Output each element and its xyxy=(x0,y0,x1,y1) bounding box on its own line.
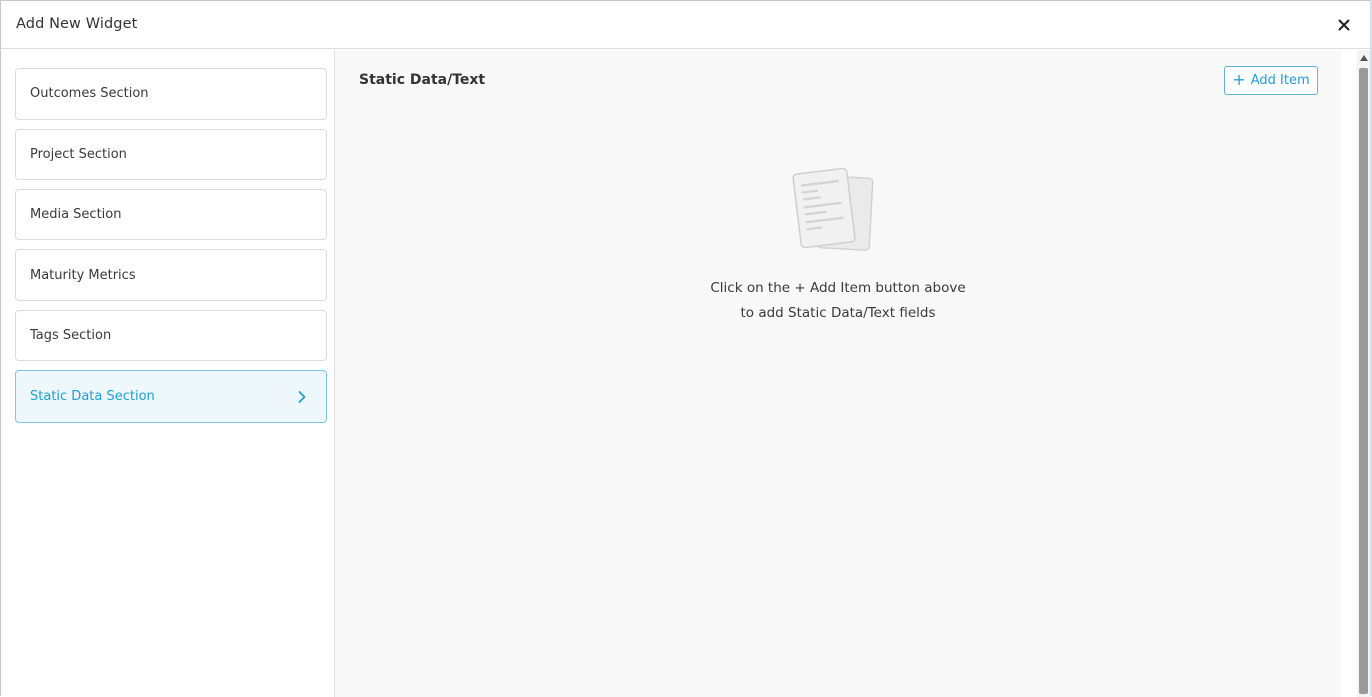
modal-title: Add New Widget xyxy=(16,16,138,32)
scroll-up-arrow-icon[interactable] xyxy=(1359,54,1369,62)
sidebar-item-static-data-section[interactable]: Static Data Section xyxy=(15,370,327,423)
document-icon xyxy=(792,167,874,251)
panel-title: Static Data/Text xyxy=(359,72,486,88)
vertical-scrollbar[interactable] xyxy=(1357,50,1371,697)
empty-state-line-2: to add Static Data/Text fields xyxy=(740,305,936,321)
sidebar-item-maturity-metrics[interactable]: Maturity Metrics xyxy=(15,249,327,301)
sidebar-item-media-section[interactable]: Media Section xyxy=(15,189,327,240)
sidebar-item-label: Project Section xyxy=(30,147,127,162)
content-right-gutter xyxy=(1341,50,1357,697)
close-button[interactable] xyxy=(1331,13,1357,37)
sidebar-item-tags-section[interactable]: Tags Section xyxy=(15,310,327,361)
plus-icon: + xyxy=(1232,69,1246,89)
sidebar-item-label: Media Section xyxy=(30,207,122,222)
sidebar-item-label: Outcomes Section xyxy=(30,86,149,101)
sidebar-item-label: Tags Section xyxy=(30,328,112,343)
static-data-panel: Static Data/Text + Add Item Click on the… xyxy=(335,50,1341,697)
add-item-button[interactable]: + Add Item xyxy=(1224,66,1318,95)
widget-type-sidebar: Outcomes Section Project Section Media S… xyxy=(1,50,335,697)
empty-state-message: Click on the + Add Item button above to … xyxy=(635,276,1041,326)
add-item-label: Add Item xyxy=(1250,73,1310,88)
close-icon xyxy=(1338,19,1350,31)
sidebar-item-label: Static Data Section xyxy=(30,389,155,404)
chevron-right-icon xyxy=(298,391,306,403)
empty-state-line-1: Click on the + Add Item button above xyxy=(710,280,966,296)
modal-header: Add New Widget xyxy=(1,1,1371,49)
add-widget-modal: Add New Widget Outcomes Section Project … xyxy=(0,0,1372,697)
sidebar-item-project-section[interactable]: Project Section xyxy=(15,129,327,180)
scrollbar-thumb[interactable] xyxy=(1359,68,1368,694)
sidebar-item-outcomes-section[interactable]: Outcomes Section xyxy=(15,68,327,120)
sidebar-item-label: Maturity Metrics xyxy=(30,268,136,283)
